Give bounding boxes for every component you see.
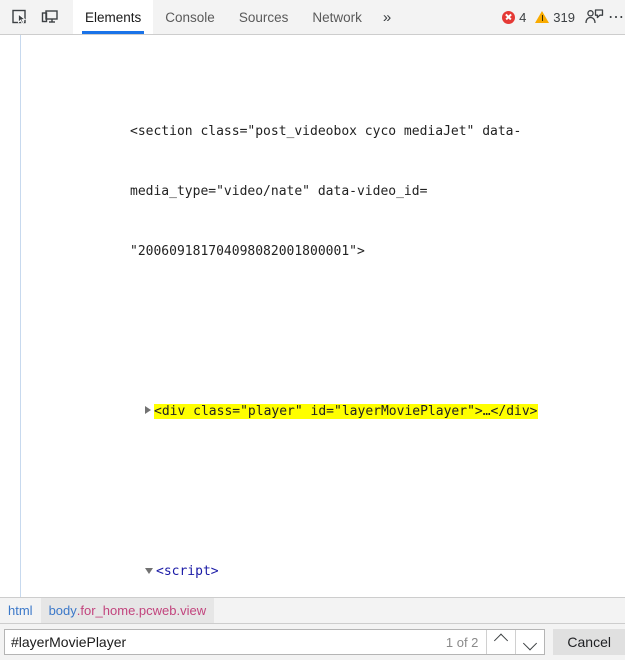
search-next-button[interactable]: [515, 630, 544, 654]
devtools-window: Elements Console Sources Network » 4 319: [0, 0, 625, 660]
dom-tree-content: <section class="post_videobox cyco media…: [0, 35, 625, 597]
expand-arrow-icon[interactable]: [145, 406, 151, 414]
breadcrumb-body-classes: .for_home.pcweb.view: [76, 603, 207, 618]
section-attr-line-2: "200609181704098082001800001">: [130, 244, 365, 259]
devtools-toolbar: Elements Console Sources Network » 4 319: [0, 0, 625, 35]
search-field-group: 1 of 2: [4, 629, 546, 655]
dom-tree-panel[interactable]: <section class="post_videobox cyco media…: [0, 35, 625, 597]
error-count-button[interactable]: 4: [502, 10, 526, 25]
breadcrumb-html-tag: html: [8, 603, 33, 618]
chevron-up-icon: [494, 633, 509, 648]
tab-network-label: Network: [312, 9, 362, 25]
tab-elements-label: Elements: [85, 9, 142, 25]
search-input[interactable]: [5, 630, 438, 654]
breadcrumb-item-html[interactable]: html: [0, 598, 41, 623]
tab-sources-label: Sources: [238, 9, 289, 25]
tab-console-label: Console: [165, 9, 215, 25]
panel-tabs: Elements Console Sources Network »: [73, 0, 400, 34]
search-toolbar: 1 of 2 Cancel: [0, 623, 625, 660]
breadcrumb: html body .for_home.pcweb.view: [0, 597, 625, 623]
tab-network[interactable]: Network: [300, 0, 374, 34]
script-open-tag-line: <script>: [0, 562, 625, 582]
device-toolbar-icon-glyph: [41, 10, 58, 23]
tab-elements[interactable]: Elements: [73, 0, 154, 34]
warning-count-label: 319: [553, 9, 575, 25]
player-div-text: <div class="player" id="layerMoviePlayer…: [154, 404, 538, 419]
error-icon: [502, 10, 516, 24]
warning-count-button[interactable]: 319: [535, 10, 575, 25]
tree-node-player-div[interactable]: <div class="player" id="layerMoviePlayer…: [0, 362, 625, 462]
more-options-button[interactable]: ⋯: [604, 7, 625, 27]
inspect-element-icon[interactable]: [5, 0, 35, 34]
player-div-line: <div class="player" id="layerMoviePlayer…: [0, 402, 625, 422]
search-prev-button[interactable]: [486, 630, 515, 654]
search-match-count: 1 of 2: [445, 634, 479, 650]
section-open-tag-line: <section class="post_videobox cyco media…: [130, 124, 522, 139]
chevron-down-icon: [523, 636, 538, 651]
tab-sources[interactable]: Sources: [227, 0, 301, 34]
inspect-element-icon-glyph: [12, 9, 27, 24]
dom-tree: <section class="post_videobox cyco media…: [0, 35, 625, 579]
section-attr-line-1: media_type="video/nate" data-video_id=: [130, 184, 428, 199]
user-feedback-icon-glyph: [585, 9, 604, 24]
collapse-arrow-icon[interactable]: [145, 568, 153, 574]
error-count-label: 4: [519, 9, 527, 25]
tree-node-script[interactable]: <script>: [0, 522, 625, 597]
user-feedback-icon[interactable]: [584, 8, 604, 26]
toolbar-right-group: 4 319 ⋯: [502, 0, 625, 34]
device-toolbar-icon[interactable]: [35, 0, 65, 34]
tab-console[interactable]: Console: [153, 0, 227, 34]
breadcrumb-body-tag: body: [48, 603, 77, 618]
more-tabs-button[interactable]: »: [374, 0, 400, 34]
search-cancel-button[interactable]: Cancel: [553, 629, 625, 655]
breadcrumb-item-body[interactable]: body .for_home.pcweb.view: [40, 598, 215, 623]
warning-icon: [535, 11, 550, 23]
script-tag-text: <script>: [156, 564, 219, 579]
tree-node-section[interactable]: <section class="post_videobox cyco media…: [0, 82, 625, 302]
